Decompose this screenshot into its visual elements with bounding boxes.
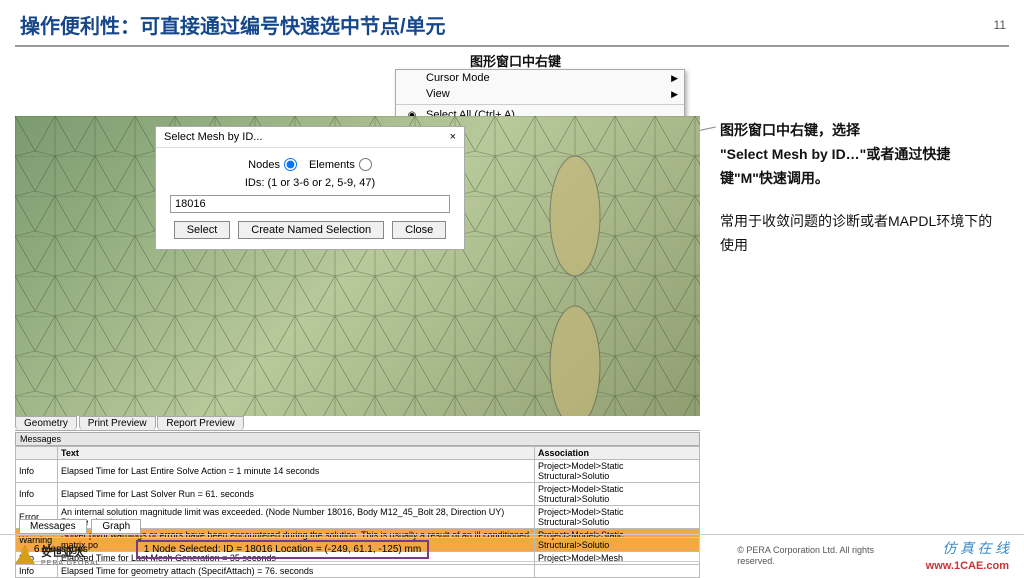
create-selection-button[interactable]: Create Named Selection — [238, 221, 384, 239]
logo-triangle-icon — [15, 548, 35, 564]
context-menu-label: 图形窗口中右键 — [470, 51, 561, 70]
submenu-arrow-icon: ▶ — [671, 73, 678, 84]
menu-item-cursor[interactable]: Cursor Mode ▶ — [396, 70, 684, 86]
col-assoc: Association — [535, 447, 700, 460]
bottom-tabs: Messages Graph — [19, 519, 143, 534]
menu-label: View — [426, 88, 450, 100]
pera-logo: 安世亚太 PERA GLOBAL — [15, 544, 101, 567]
graphics-viewport[interactable]: Select Mesh by ID... × Nodes Elements ID… — [15, 116, 700, 416]
menu-separator — [396, 104, 684, 105]
anno-line1: 图形窗口中右键，选择 — [720, 122, 860, 138]
tab-geometry[interactable]: Geometry — [15, 416, 77, 430]
dialog-title: Select Mesh by ID... — [164, 131, 262, 143]
close-icon[interactable]: × — [450, 131, 456, 143]
select-button[interactable]: Select — [174, 221, 231, 239]
close-button[interactable]: Close — [392, 221, 446, 239]
watermark: 仿 真 在 线 — [943, 538, 1010, 558]
messages-header: Messages — [15, 432, 700, 446]
menu-item-view[interactable]: View ▶ — [396, 86, 684, 102]
submenu-arrow-icon: ▶ — [671, 89, 678, 100]
ids-hint: (1 or 3-6 or 2, 5-9, 47) — [268, 177, 376, 189]
divider — [15, 45, 1009, 47]
table-row: InfoElapsed Time for Last Solver Run = 6… — [16, 483, 700, 506]
footer: 安世亚太 PERA GLOBAL © PERA Corporation Ltd.… — [0, 534, 1024, 576]
table-row: InfoElapsed Time for Last Entire Solve A… — [16, 460, 700, 483]
geometry-tabs: Geometry Print Preview Report Preview — [15, 416, 700, 431]
tab-print-preview[interactable]: Print Preview — [79, 416, 156, 430]
col-type — [16, 447, 58, 460]
copyright: © PERA Corporation Ltd. All rightsreserv… — [737, 545, 874, 568]
logo-cn: 安世亚太 — [41, 544, 101, 560]
ids-input[interactable] — [170, 195, 450, 213]
anno-line3: 常用于收敛问题的诊断或者MAPDL环境下的使用 — [720, 210, 1000, 258]
tab-messages[interactable]: Messages — [19, 519, 87, 534]
page-title: 操作便利性：可直接通过编号快速选中节点/单元 — [20, 10, 1004, 39]
elements-label: Elements — [309, 159, 355, 171]
logo-en: PERA GLOBAL — [41, 560, 101, 567]
col-text: Text — [58, 447, 535, 460]
elements-radio[interactable] — [359, 158, 372, 171]
anno-line2: "Select Mesh by ID…"或者通过快捷键"M"快速调用。 — [720, 146, 950, 186]
select-mesh-dialog: Select Mesh by ID... × Nodes Elements ID… — [155, 126, 465, 250]
nodes-label: Nodes — [248, 159, 280, 171]
ids-label: IDs: — [245, 177, 265, 189]
annotation-text: 图形窗口中右键，选择 "Select Mesh by ID…"或者通过快捷键"M… — [720, 119, 1000, 258]
nodes-radio[interactable] — [284, 158, 297, 171]
watermark-url: www.1CAE.com — [926, 560, 1009, 572]
tab-graph[interactable]: Graph — [91, 519, 141, 534]
page-number: 11 — [994, 18, 1006, 32]
menu-label: Cursor Mode — [426, 72, 490, 84]
tab-report-preview[interactable]: Report Preview — [157, 416, 243, 430]
